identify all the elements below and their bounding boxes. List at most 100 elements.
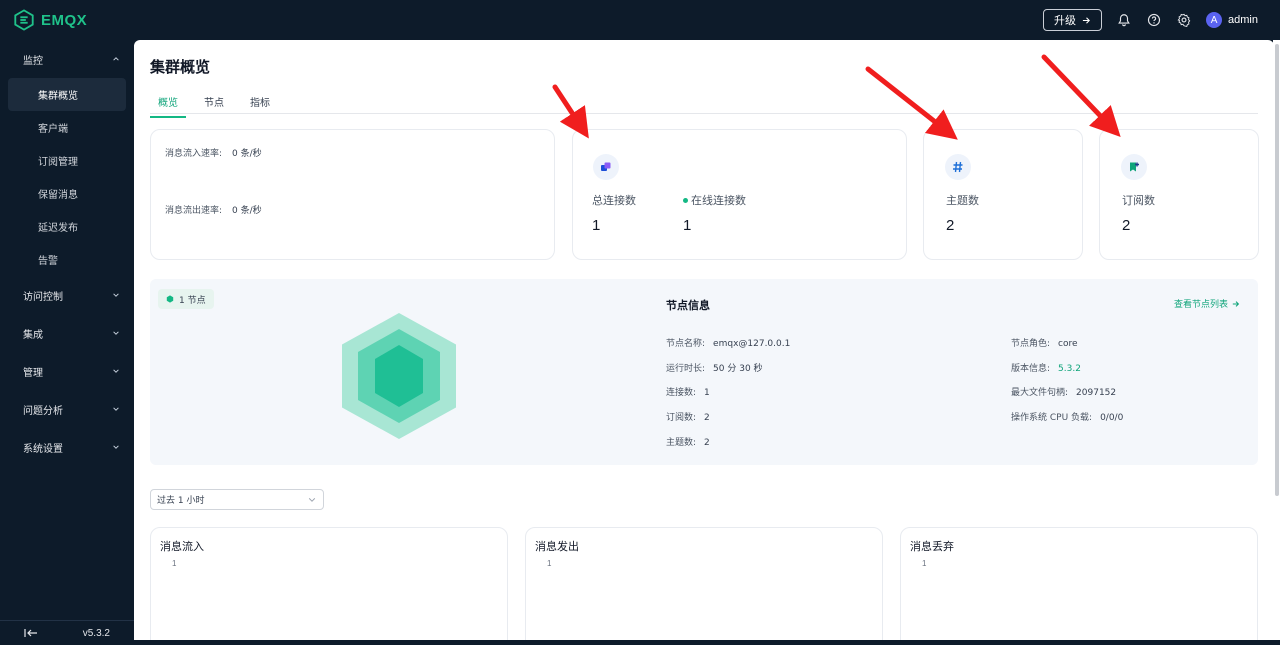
- hexagon-icon: [166, 295, 174, 303]
- tab-nodes[interactable]: 节点: [196, 92, 232, 118]
- sidebar-item-label: 保留消息: [38, 190, 78, 201]
- node-version-row: 版本信息: 5.3.2: [1011, 361, 1081, 374]
- sidebar: 监控 集群概览 客户端 订阅管理 保留消息 延迟发布 告警 访问控制 集成 管理…: [0, 40, 134, 645]
- sidebar-item-clients[interactable]: 客户端: [8, 111, 126, 144]
- message-rate-card: 消息流入速率: 0 条/秒 消息流出速率: 0 条/秒: [150, 129, 555, 260]
- sidebar-group-label: 访问控制: [23, 291, 63, 303]
- chart-title: 消息丢弃: [910, 540, 954, 553]
- online-connections-label: 在线连接数: [683, 192, 746, 208]
- upgrade-button[interactable]: 升级: [1043, 9, 1103, 31]
- kv-value: 0/0/0: [1100, 413, 1124, 423]
- help-icon[interactable]: [1146, 12, 1162, 28]
- sidebar-item-label: 订阅管理: [38, 157, 78, 168]
- kv-value: core: [1058, 339, 1078, 349]
- tabs-divider: [150, 113, 1258, 114]
- node-hexagon-icon[interactable]: [342, 313, 456, 439]
- sidebar-group-access-control[interactable]: 访问控制: [0, 276, 134, 314]
- version-link[interactable]: 5.3.2: [1058, 364, 1081, 374]
- sidebar-item-delayed[interactable]: 延迟发布: [8, 210, 126, 243]
- upgrade-label: 升级: [1054, 14, 1077, 27]
- node-count-badge: 1 节点: [158, 289, 214, 309]
- topics-label: 主题数: [946, 194, 979, 207]
- kv-key: 最大文件句柄:: [1011, 388, 1069, 398]
- emqx-logo-icon: [14, 9, 34, 31]
- sidebar-item-subscriptions[interactable]: 订阅管理: [8, 144, 126, 177]
- connections-icon: [593, 154, 619, 180]
- rate-in-row: 消息流入速率: 0 条/秒: [165, 146, 262, 159]
- time-range-value: 过去 1 小时: [157, 496, 205, 506]
- sidebar-group-diagnose[interactable]: 问题分析: [0, 390, 134, 428]
- chevron-down-icon: [113, 369, 119, 373]
- tab-metrics[interactable]: 指标: [242, 92, 278, 118]
- subscriptions-card: 订阅数 2: [1099, 129, 1259, 260]
- kv-value: 50 分 30 秒: [713, 364, 763, 374]
- tab-overview[interactable]: 概览: [150, 92, 186, 118]
- version-label: v5.3.2: [82, 627, 110, 639]
- sidebar-item-label: 客户端: [38, 124, 68, 135]
- node-cpu-load-row: 操作系统 CPU 负载: 0/0/0: [1011, 410, 1123, 423]
- hash-icon: [945, 154, 971, 180]
- sidebar-item-label: 延迟发布: [38, 223, 78, 234]
- node-max-fds-row: 最大文件句柄: 2097152: [1011, 385, 1116, 398]
- sidebar-item-label: 集群概览: [38, 91, 78, 102]
- sidebar-group-system-settings[interactable]: 系统设置: [0, 428, 134, 466]
- tabs: 概览 节点 指标: [150, 92, 288, 118]
- node-info-title: 节点信息: [666, 299, 710, 312]
- topics-card: 主题数 2: [923, 129, 1083, 260]
- sidebar-footer: v5.3.2: [0, 620, 134, 645]
- kv-key: 操作系统 CPU 负载:: [1011, 413, 1093, 423]
- chevron-down-icon: [113, 445, 119, 449]
- node-subscriptions-row: 订阅数: 2: [666, 410, 710, 423]
- online-dot-icon: [683, 197, 688, 203]
- sidebar-item-alarms[interactable]: 告警: [8, 243, 126, 276]
- topics-value: 2: [946, 217, 955, 234]
- chart-card-sent: 消息发出 1: [525, 527, 883, 640]
- view-node-list-link[interactable]: 查看节点列表: [1174, 297, 1240, 310]
- gear-icon[interactable]: [1176, 12, 1192, 28]
- sidebar-group-label: 问题分析: [23, 405, 63, 417]
- node-uptime-row: 运行时长: 50 分 30 秒: [666, 361, 763, 374]
- subscribe-icon: [1121, 154, 1147, 180]
- logo-text: EMQX: [41, 11, 88, 29]
- sidebar-item-cluster-overview[interactable]: 集群概览: [8, 78, 126, 111]
- kv-key: 运行时长:: [666, 364, 706, 374]
- chart-y-tick: 1: [922, 559, 927, 568]
- arrow-right-icon: [1082, 16, 1090, 24]
- logo[interactable]: EMQX: [13, 9, 87, 31]
- node-topics-row: 主题数: 2: [666, 435, 710, 448]
- kv-key: 连接数:: [666, 388, 697, 398]
- chart-y-tick: 1: [172, 559, 177, 568]
- sidebar-group-integration[interactable]: 集成: [0, 314, 134, 352]
- arrow-right-icon: [1232, 300, 1240, 307]
- sidebar-item-retained[interactable]: 保留消息: [8, 177, 126, 210]
- sidebar-group-label: 集成: [23, 329, 43, 341]
- collapse-sidebar-icon[interactable]: [24, 628, 38, 638]
- node-name-row: 节点名称: emqx@127.0.0.1: [666, 336, 790, 349]
- kv-key: 节点名称:: [666, 339, 706, 349]
- rate-out-row: 消息流出速率: 0 条/秒: [165, 203, 262, 216]
- node-count-text: 1 节点: [179, 295, 206, 306]
- sidebar-item-label: 告警: [38, 256, 58, 267]
- sidebar-group-monitor[interactable]: 监控: [0, 40, 134, 78]
- node-connections-row: 连接数: 1: [666, 385, 710, 398]
- online-connections-value: 1: [683, 217, 692, 234]
- kv-key: 主题数:: [666, 438, 697, 448]
- view-node-list-text: 查看节点列表: [1173, 300, 1228, 310]
- scrollbar[interactable]: [1273, 40, 1280, 640]
- avatar[interactable]: A: [1206, 12, 1223, 28]
- time-range-select[interactable]: 过去 1 小时: [150, 489, 324, 510]
- total-connections-value: 1: [592, 217, 601, 234]
- kv-key: 节点角色:: [1011, 339, 1051, 349]
- page-title: 集群概览: [150, 58, 211, 76]
- sidebar-group-label: 系统设置: [23, 443, 63, 455]
- kv-value: emqx@127.0.0.1: [713, 339, 791, 349]
- bell-icon[interactable]: [1116, 12, 1132, 28]
- kv-value: 2097152: [1076, 388, 1117, 398]
- sidebar-group-management[interactable]: 管理: [0, 352, 134, 390]
- scrollbar-thumb[interactable]: [1275, 44, 1279, 496]
- rate-out-value: 0 条/秒: [232, 206, 262, 216]
- online-connections-text: 在线连接数: [691, 194, 746, 207]
- kv-key: 订阅数:: [666, 413, 697, 423]
- username[interactable]: admin: [1228, 14, 1258, 26]
- kv-value: 1: [704, 388, 710, 398]
